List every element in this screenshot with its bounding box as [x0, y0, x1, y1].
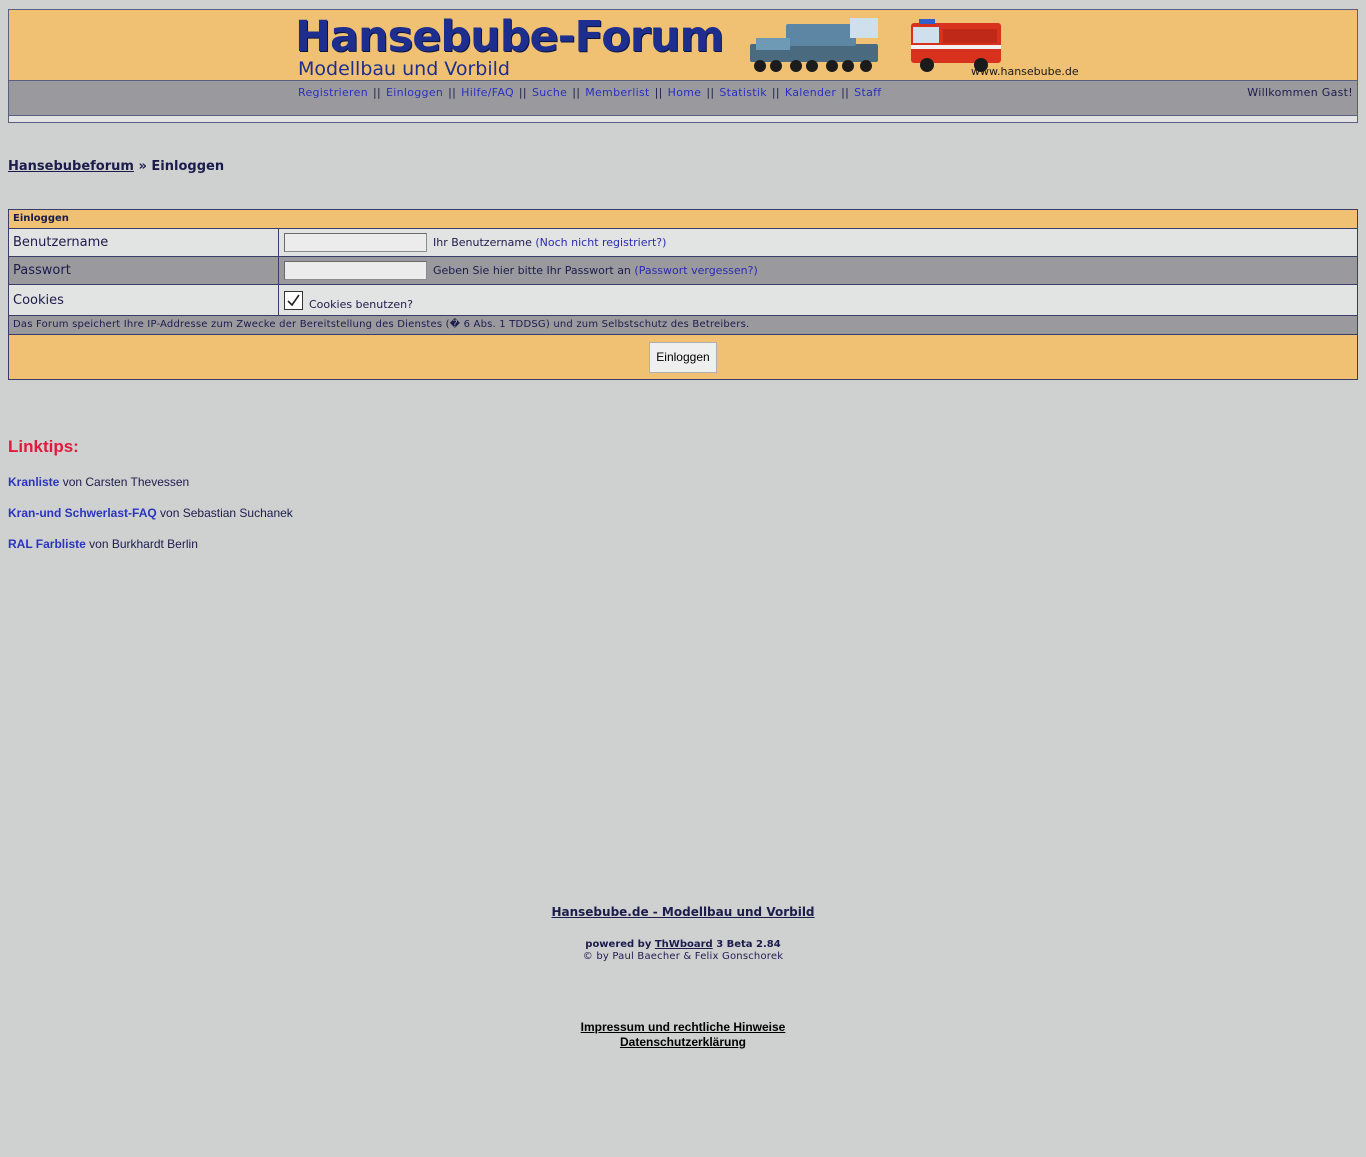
username-label: Benutzername [9, 229, 279, 256]
cookies-row: Cookies Cookies benutzen? [9, 285, 1357, 316]
powered-by: powered by ThWboard 3 Beta 2.84 [0, 939, 1366, 950]
nav-bar: Registrieren || Einloggen || Hilfe/FAQ || Such… [9, 82, 1357, 115]
cookies-text: Cookies benutzen? [309, 298, 413, 311]
password-row: Passwort Geben Sie hier bitte Ihr Passwo… [9, 257, 1357, 285]
nav-separator: || [572, 86, 581, 99]
linktip-item: Kran-und Schwerlast-FAQ von Sebastian Su… [8, 506, 293, 520]
linktip-author: von Sebastian Suchanek [160, 506, 293, 520]
footer-site-link[interactable]: Hansebube.de - Modellbau und Vorbild [551, 905, 814, 919]
impressum-link[interactable]: Impressum und rechtliche Hinweise [581, 1020, 786, 1034]
linktip-author: von Carsten Thevessen [62, 475, 190, 489]
nav-links: Registrieren || Einloggen || Hilfe/FAQ || Such… [298, 86, 881, 99]
breadcrumb: Hansebubeforum » Einloggen [8, 159, 224, 174]
checkmark-icon [287, 294, 300, 307]
password-hint: Geben Sie hier bitte Ihr Passwort an [433, 264, 631, 277]
impressum-row: Impressum und rechtliche Hinweise [0, 1020, 1366, 1034]
nav-search[interactable]: Suche [532, 86, 567, 99]
nav-separator: || [771, 86, 780, 99]
powered-prefix: powered by [585, 939, 652, 950]
username-row: Benutzername Ihr Benutzername (Noch nich… [9, 229, 1357, 257]
copyright: © by Paul Baecher & Felix Gonschorek [582, 951, 784, 962]
linktip-faq-link[interactable]: Kran-und Schwerlast-FAQ [8, 506, 157, 520]
board-link[interactable]: ThWboard [655, 939, 713, 950]
linktip-item: Kranliste von Carsten Thevessen [8, 475, 189, 489]
breadcrumb-home-link[interactable]: Hansebubeforum [8, 159, 134, 174]
nav-calendar[interactable]: Kalender [785, 86, 836, 99]
nav-separator: || [706, 86, 715, 99]
nav-separator: || [518, 86, 527, 99]
header-banner: Hansebube-Forum Modellbau und Vorbild ww… [9, 10, 1357, 81]
login-table-header: Einloggen [9, 210, 1357, 229]
nav-separator: || [372, 86, 381, 99]
password-label: Passwort [9, 257, 279, 284]
linktip-kranliste-link[interactable]: Kranliste [8, 475, 59, 489]
nav-statistics[interactable]: Statistik [719, 86, 767, 99]
nav-help-faq[interactable]: Hilfe/FAQ [461, 86, 514, 99]
login-form-table: Einloggen Benutzername Ihr Benutzername … [8, 209, 1358, 380]
privacy-link[interactable]: Datenschutzerklärung [620, 1035, 746, 1049]
login-submit-button[interactable]: Einloggen [649, 341, 717, 373]
nav-separator: || [654, 86, 663, 99]
cookies-checkbox[interactable] [284, 291, 303, 310]
nav-login[interactable]: Einloggen [386, 86, 443, 99]
username-input[interactable] [284, 233, 427, 252]
crane-truck-image [750, 18, 878, 72]
welcome-text: Willkommen Gast! [1247, 86, 1353, 99]
forgot-password-link[interactable]: (Passwort vergessen?) [634, 264, 757, 277]
breadcrumb-separator: » [138, 159, 147, 174]
cookies-label: Cookies [9, 285, 279, 315]
board-version: 3 Beta 2.84 [716, 939, 781, 950]
nav-register[interactable]: Registrieren [298, 86, 368, 99]
username-hint: Ihr Benutzername [433, 236, 532, 249]
linktip-ral-link[interactable]: RAL Farbliste [8, 537, 86, 551]
linktip-item: RAL Farbliste von Burkhardt Berlin [8, 537, 198, 551]
breadcrumb-current: Einloggen [151, 159, 225, 174]
footer-site-title: Hansebube.de - Modellbau und Vorbild [0, 905, 1366, 919]
privacy-row: Datenschutzerklärung [0, 1035, 1366, 1049]
logo-title[interactable]: Hansebube-Forum [295, 12, 724, 62]
register-link[interactable]: (Noch nicht registriert?) [535, 236, 666, 249]
header-bottom-strip [9, 115, 1357, 122]
nav-separator: || [841, 86, 850, 99]
password-input[interactable] [284, 261, 427, 280]
nav-memberlist[interactable]: Memberlist [585, 86, 649, 99]
nav-separator: || [448, 86, 457, 99]
ip-notice: Das Forum speichert Ihre IP-Addresse zum… [9, 316, 1357, 335]
nav-staff[interactable]: Staff [854, 86, 881, 99]
site-url: www.hansebube.de [971, 65, 1079, 78]
nav-home[interactable]: Home [668, 86, 702, 99]
linktips-title: Linktips: [8, 437, 79, 456]
site-header: Hansebube-Forum Modellbau und Vorbild ww… [8, 9, 1358, 123]
submit-row: Einloggen [9, 335, 1357, 379]
linktip-author: von Burkhardt Berlin [89, 537, 198, 551]
logo-subtitle: Modellbau und Vorbild [298, 58, 510, 80]
